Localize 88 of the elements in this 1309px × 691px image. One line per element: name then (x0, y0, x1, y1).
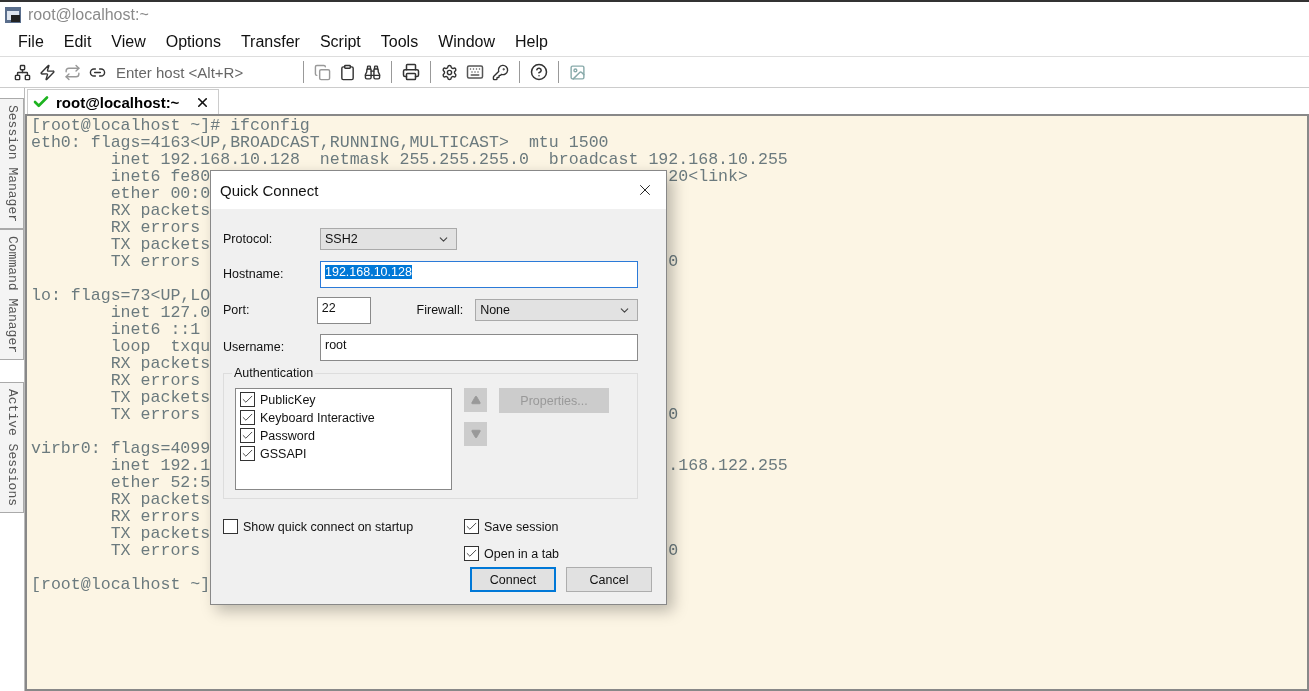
terminal-line: inet6 ::1 (109, 321, 201, 338)
field-label: Username: (223, 340, 286, 354)
terminal-text: 0 (668, 406, 679, 423)
checkbox[interactable] (464, 546, 479, 561)
window-title: root@localhost:~ (28, 6, 149, 24)
checkbox-label: PublicKey (260, 392, 316, 407)
checkbox-label: Save session (484, 519, 559, 534)
copy-icon[interactable] (314, 63, 331, 81)
repeat-icon[interactable] (64, 63, 81, 81)
username-field[interactable]: root (320, 333, 638, 361)
terminal-line: TX errors (109, 405, 201, 424)
menu-item[interactable]: Options (155, 33, 231, 51)
terminal-line: lo: flags=73<UP,LO (31, 287, 211, 304)
menu-item[interactable]: Script (309, 33, 371, 51)
field-label: Protocol: (223, 232, 274, 246)
side-tab[interactable]: Session Manager (0, 98, 24, 230)
checkbox[interactable] (240, 392, 255, 407)
terminal-text: .168.122.255 (668, 457, 788, 474)
terminal-line: TX packets (109, 525, 211, 542)
network-icon[interactable] (14, 63, 31, 81)
field-label: Firewall: (415, 303, 465, 317)
terminal-text: 0 (668, 253, 679, 270)
field-label: Hostname: (223, 267, 285, 281)
side-tab[interactable]: Command Manager (0, 229, 24, 361)
terminal-line: ether 52:5 (109, 474, 211, 491)
dialog-title: Quick Connect (220, 181, 319, 199)
dialog-button[interactable]: Cancel (566, 567, 652, 592)
app-icon (4, 6, 22, 24)
checkbox[interactable] (240, 428, 255, 443)
settings-icon[interactable] (441, 63, 458, 81)
terminal-line: RX packets (109, 491, 211, 508)
menu-item[interactable]: Window (428, 33, 506, 51)
checkbox-label: Keyboard Interactive (260, 410, 375, 425)
session-tab[interactable]: root@localhost:~ (27, 89, 220, 114)
menu-item[interactable]: Tools (370, 33, 429, 51)
terminal-line: [root@localhost ~]# ifconfig (31, 117, 310, 134)
key-icon[interactable] (492, 63, 509, 81)
checkbox[interactable] (240, 446, 255, 461)
binoculars-icon[interactable] (364, 63, 381, 81)
checkbox-label: Open in a tab (484, 546, 560, 561)
group-title: Authentication (232, 366, 316, 380)
terminal-line: inet 127.0 (109, 304, 211, 321)
clipboard-icon[interactable] (339, 63, 356, 81)
triangle-down-icon (470, 429, 481, 439)
menu-item[interactable]: Transfer (230, 33, 310, 51)
triangle-up-icon (470, 395, 481, 405)
side-tab[interactable]: Active Sessions (0, 382, 24, 514)
hostname-field[interactable]: 192.168.10.128 (320, 260, 638, 288)
dialog-button[interactable]: Connect (470, 567, 556, 592)
terminal-line: TX packets (109, 236, 211, 253)
checkbox[interactable] (240, 410, 255, 425)
menu-item[interactable]: Help (505, 33, 558, 51)
firewall-dropdown[interactable]: None (475, 299, 638, 321)
checkbox-label: GSSAPI (260, 446, 307, 461)
menu-item[interactable]: File (8, 33, 54, 51)
terminal-line: ether 00:0 (109, 185, 211, 202)
terminal-line: RX errors (109, 372, 201, 389)
terminal-line: eth0: flags=4163<UP,BROADCAST,RUNNING,MULTICAST> mtu 1500 (31, 134, 609, 151)
terminal-line: RX packets (109, 202, 211, 219)
checkbox[interactable] (464, 519, 479, 534)
terminal-line: inet 192.168.10.128 netmask 255.255.255.0 broadcast 192.168.10.255 (109, 151, 788, 168)
help-icon[interactable] (530, 63, 548, 81)
tab-label: root@localhost:~ (56, 93, 180, 111)
lightning-icon[interactable] (39, 63, 56, 81)
protocol-dropdown[interactable]: SSH2 (320, 228, 457, 250)
checkbox[interactable] (223, 519, 238, 534)
terminal-line: loop txqu (109, 338, 211, 355)
terminal-line: virbr0: flags=4099 (31, 440, 211, 457)
terminal-text: 20<link> (668, 168, 748, 185)
keyboard-icon[interactable] (466, 63, 484, 81)
menu-item[interactable]: View (101, 33, 156, 51)
menu-item[interactable]: Edit (53, 33, 102, 51)
field-label: Port: (223, 303, 251, 317)
terminal-text: 0 (668, 542, 679, 559)
checkbox-label: Show quick connect on startup (243, 519, 414, 534)
printer-icon[interactable] (402, 63, 420, 81)
terminal-line: TX packets (109, 389, 211, 406)
terminal-line: inet 192.1 (109, 456, 211, 475)
terminal-line: RX packets (109, 355, 211, 372)
terminal-line: [root@localhost ~] (31, 576, 211, 593)
terminal-line: inet6 fe80 (109, 167, 211, 186)
terminal-line: TX errors (109, 541, 201, 560)
terminal-line: RX errors (109, 219, 201, 236)
checkbox-label: Password (260, 428, 315, 443)
port-field[interactable]: 22 (316, 296, 372, 324)
terminal-line: RX errors (109, 508, 201, 525)
terminal-line: TX errors (109, 252, 201, 271)
host-field[interactable]: Enter host <Alt+R> (114, 62, 293, 82)
